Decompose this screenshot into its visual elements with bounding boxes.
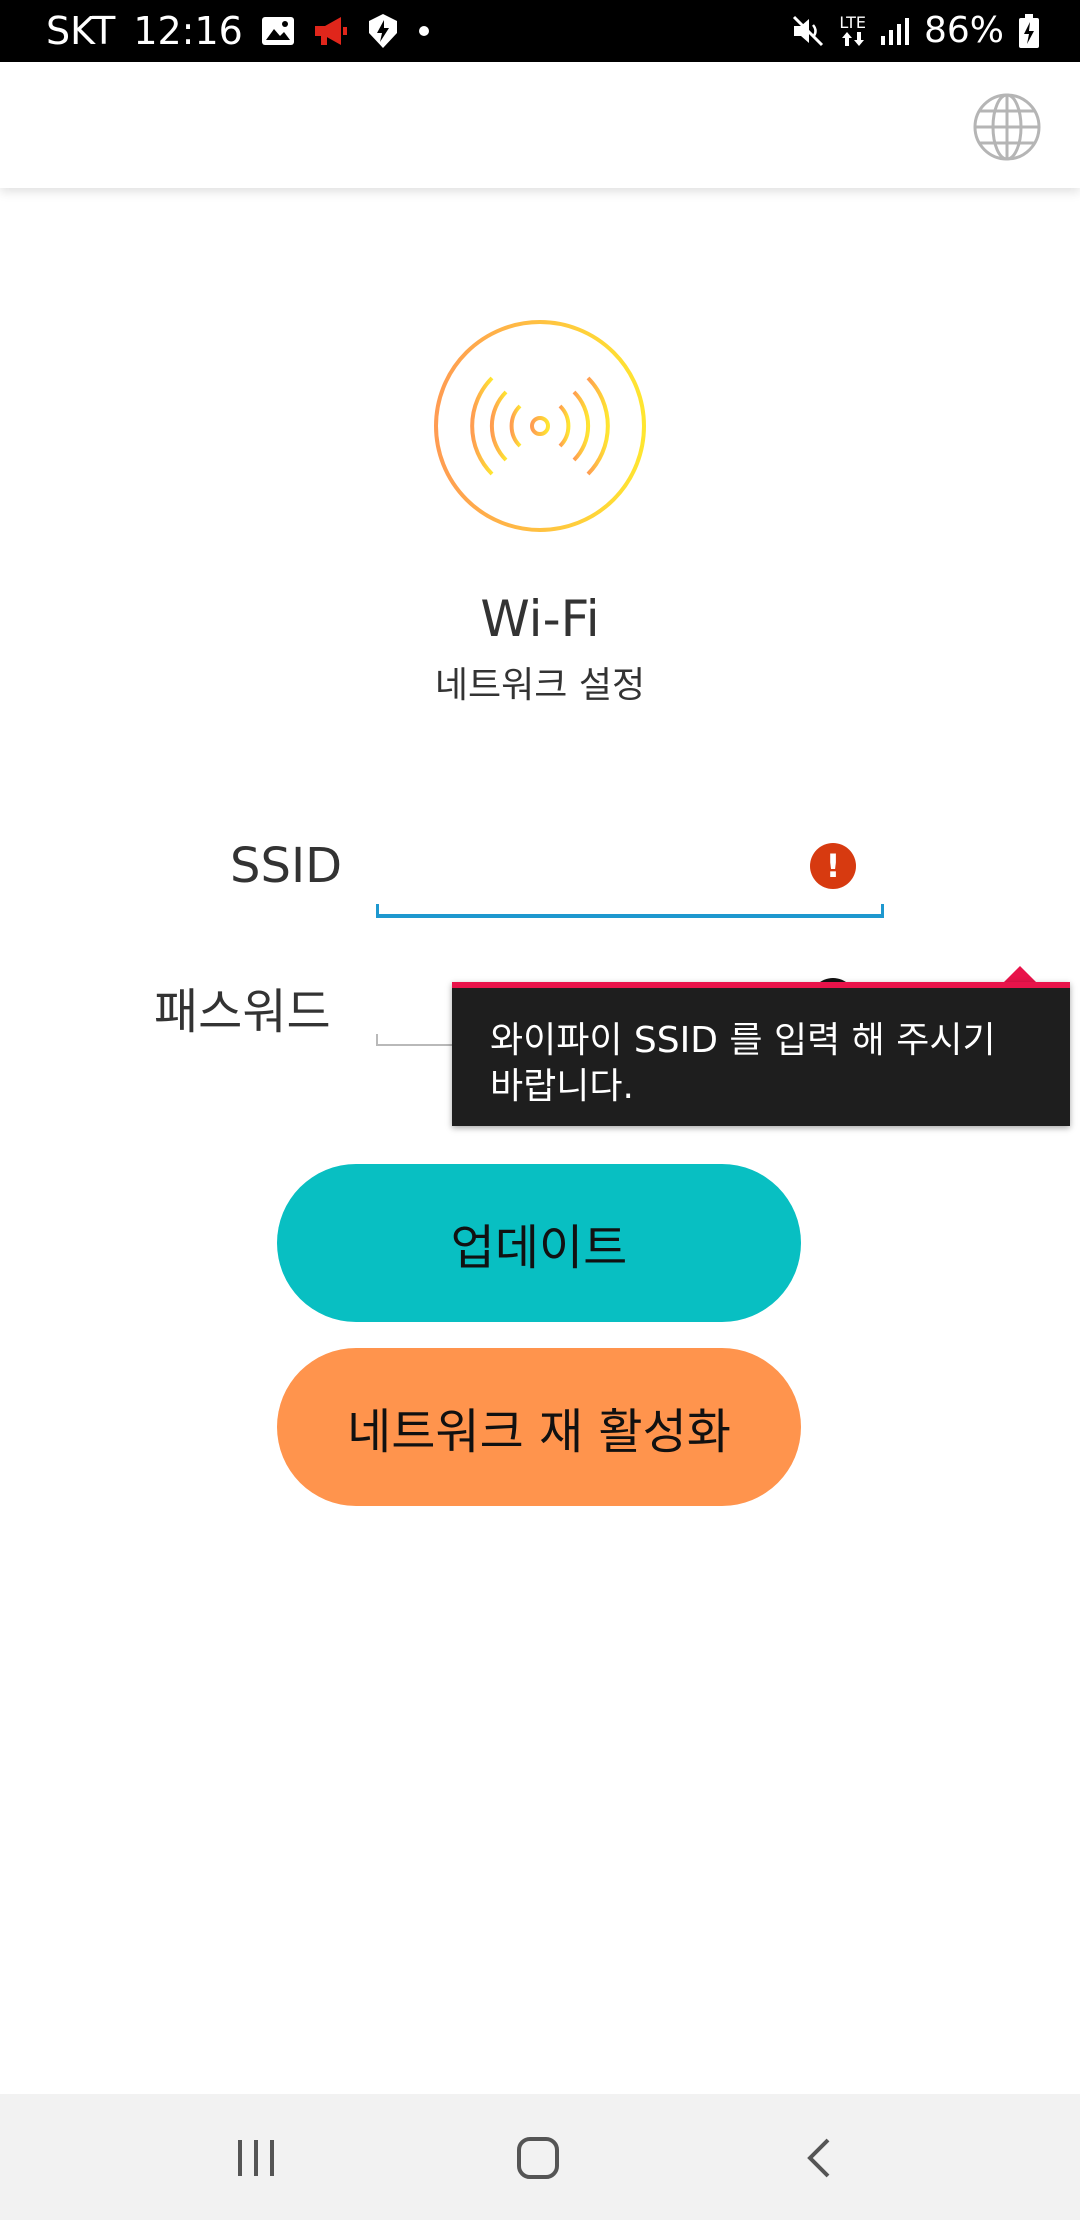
ssid-underline-cap-right [881, 904, 884, 918]
battery-label: 86% [923, 10, 1004, 51]
signal-icon [880, 16, 910, 46]
ssid-underline-cap-left [376, 904, 379, 918]
globe-icon[interactable] [972, 92, 1042, 162]
back-icon[interactable] [780, 2126, 860, 2190]
page-subtitle: 네트워크 설정 [434, 665, 646, 706]
mute-icon [791, 14, 825, 48]
error-tooltip: 와이파이 SSID 를 입력 해 주시기 바랍니다. [452, 982, 1070, 1126]
shield-icon [367, 13, 399, 49]
ssid-input[interactable] [376, 830, 884, 918]
battery-charging-icon [1018, 13, 1040, 49]
carrier-label: SKT [46, 9, 116, 53]
time-label: 12:16 [133, 9, 243, 53]
gallery-icon [261, 16, 295, 46]
page-title: Wi-Fi [480, 590, 600, 648]
update-button[interactable]: 업데이트 [277, 1164, 801, 1322]
megaphone-icon [313, 15, 349, 47]
lte-label: LTE [839, 13, 866, 32]
password-label: 패스워드 [154, 984, 331, 1040]
tooltip-arrow [1004, 966, 1036, 982]
lte-icon: LTE [839, 15, 866, 47]
recents-icon[interactable] [216, 2126, 296, 2190]
navigation-bar [0, 2094, 1080, 2220]
dot-icon [417, 24, 431, 38]
error-icon: ! [810, 843, 856, 889]
app-bar [0, 62, 1080, 188]
home-icon[interactable] [498, 2126, 578, 2190]
ssid-label: SSID [230, 838, 343, 894]
reactivate-network-button[interactable]: 네트워크 재 활성화 [277, 1348, 801, 1506]
status-bar: SKT 12:16 LTE 86% [0, 0, 1080, 62]
wifi-hotspot-icon [432, 318, 648, 534]
password-underline-cap-left [376, 1034, 378, 1046]
